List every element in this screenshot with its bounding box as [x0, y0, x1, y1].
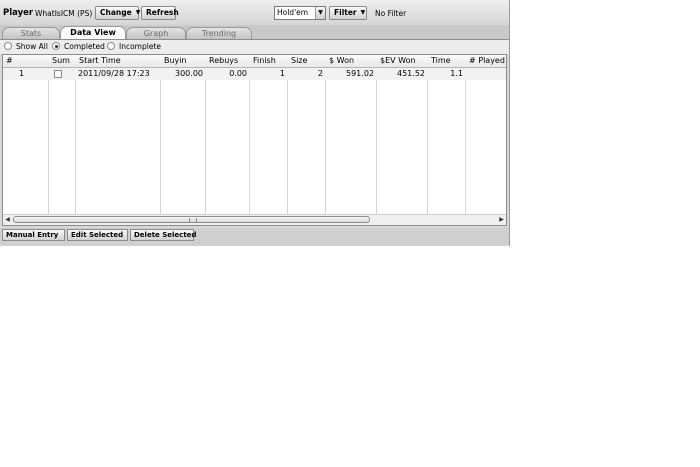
refresh-button[interactable]: Refresh	[141, 6, 179, 20]
tab-trending[interactable]: Trending	[186, 27, 252, 39]
radio-icon	[107, 42, 115, 50]
scroll-right-icon[interactable]: ▶	[497, 215, 506, 224]
change-button-label: Change	[100, 8, 132, 17]
radio-show-all[interactable]: Show All	[4, 42, 48, 52]
horizontal-scrollbar[interactable]: ◀ ▶	[3, 214, 506, 225]
ev-won-cell: 451.52	[397, 69, 425, 78]
table-header: # Sum Start Time Buyin Rebuys Finish Siz…	[3, 55, 506, 68]
buyin-cell: 300.00	[175, 69, 203, 78]
player-label: Player	[3, 8, 34, 18]
radio-icon	[4, 42, 12, 50]
radio-completed[interactable]: Completed	[52, 42, 105, 52]
column-header[interactable]: Finish	[253, 56, 276, 66]
chevron-down-icon: ▼	[135, 9, 141, 16]
won-cell: 591.02	[346, 69, 374, 78]
tab-bar: Stats Data View Graph Trending	[0, 25, 509, 40]
radio-selected-icon	[52, 42, 60, 50]
edit-selected-button[interactable]: Edit Selected	[67, 229, 128, 241]
radio-label: Show All	[16, 42, 48, 51]
scrollbar-thumb[interactable]	[13, 216, 370, 223]
data-table: # Sum Start Time Buyin Rebuys Finish Siz…	[2, 54, 507, 226]
column-header[interactable]: Size	[291, 56, 307, 66]
game-type-select[interactable]: Hold'em ▼	[274, 6, 326, 20]
column-header[interactable]: Start Time	[79, 56, 121, 66]
table-row[interactable]: 1 2011/09/28 17:23 300.00 0.00 1 2 591.0…	[3, 68, 506, 80]
size-cell: 2	[317, 69, 323, 78]
delete-selected-button[interactable]: Delete Selected	[130, 229, 196, 241]
time-cell: 1.1	[450, 69, 463, 78]
radio-label: Incomplete	[119, 42, 161, 51]
rebuys-cell: 0.00	[229, 69, 247, 78]
column-header[interactable]: $EV Won	[380, 56, 416, 66]
game-type-value: Hold'em	[277, 8, 309, 17]
filter-status: No Filter	[375, 9, 407, 18]
row-number: 1	[19, 69, 25, 78]
column-header[interactable]: Time	[431, 56, 451, 66]
player-name: WhatIsICM (PS)	[35, 9, 93, 18]
grip-icon	[189, 218, 197, 222]
column-header[interactable]: Rebuys	[209, 56, 238, 66]
column-header[interactable]: $ Won	[329, 56, 354, 66]
chevron-down-icon: ▼	[360, 9, 366, 16]
change-button[interactable]: Change ▼	[95, 6, 141, 20]
filter-button-label: Filter	[334, 8, 357, 17]
radio-incomplete[interactable]: Incomplete	[107, 42, 161, 52]
tab-graph[interactable]: Graph	[126, 27, 186, 39]
app-window: Player WhatIsICM (PS) Change ▼ Refresh Ho…	[0, 0, 510, 246]
sum-checkbox[interactable]	[54, 70, 62, 78]
column-header[interactable]: #	[6, 56, 13, 66]
tab-data-view[interactable]: Data View	[60, 26, 126, 39]
scroll-left-icon[interactable]: ◀	[3, 215, 12, 224]
start-time-cell: 2011/09/28 17:23	[78, 69, 150, 78]
chevron-down-icon[interactable]: ▼	[315, 7, 325, 19]
finish-cell: 1	[279, 69, 285, 78]
column-header[interactable]: Sum	[52, 56, 70, 66]
tab-stats[interactable]: Stats	[2, 27, 60, 39]
view-options: Show All Completed Incomplete	[0, 40, 509, 54]
column-header[interactable]: Buyin	[164, 56, 187, 66]
toolbar: Player WhatIsICM (PS) Change ▼ Refresh Ho…	[0, 0, 509, 25]
column-header[interactable]: # Played	[469, 56, 505, 66]
radio-label: Completed	[64, 42, 105, 51]
filter-button[interactable]: Filter ▼	[329, 6, 367, 20]
action-bar: Manual Entry Edit Selected Delete Select…	[0, 228, 509, 246]
manual-entry-button[interactable]: Manual Entry	[2, 229, 65, 241]
